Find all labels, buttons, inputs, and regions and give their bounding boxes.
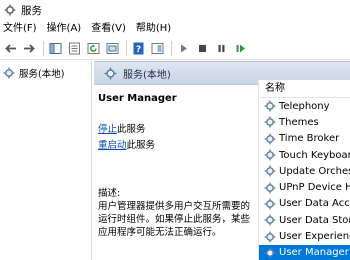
toolbar: ? <box>0 38 350 60</box>
service-gear-icon <box>264 149 276 161</box>
menu-action[interactable]: 操作(A) <box>42 20 87 38</box>
service-row[interactable]: Update Orchestr <box>259 163 350 179</box>
service-name: Time Broker <box>279 133 340 145</box>
services-panel: 服务(本地) User Manager 停止此服务 重启动此服务 描述: 用户管… <box>94 61 350 260</box>
properties-icon <box>69 42 80 55</box>
service-gear-icon <box>264 116 276 128</box>
console-tree-icon <box>49 43 62 54</box>
service-row[interactable]: Themes <box>259 114 350 130</box>
service-gear-icon <box>264 165 276 177</box>
service-name: User Experience <box>279 231 350 243</box>
tree-item-label: 服务(本地) <box>19 69 65 80</box>
service-row[interactable]: UPnP Device Ho <box>259 179 350 195</box>
restart-service-line: 重启动此服务 <box>98 137 256 151</box>
service-gear-icon <box>264 133 276 145</box>
service-name: Touch Keyboard <box>279 149 350 161</box>
export-icon <box>106 43 119 54</box>
panel-title: 服务(本地) <box>123 69 171 81</box>
stop-service-button[interactable] <box>194 40 211 57</box>
menu-file[interactable]: 文件(F) <box>0 20 42 38</box>
toolbar-separator <box>43 41 44 56</box>
service-name: UPnP Device Ho <box>279 182 350 194</box>
restart-icon <box>236 44 245 53</box>
column-header-name[interactable]: 名称 <box>259 80 350 98</box>
stop-service-line: 停止此服务 <box>98 121 256 135</box>
service-name: Themes <box>279 116 319 128</box>
service-description-pane: User Manager 停止此服务 重启动此服务 描述: 用户管理器提供多用户… <box>98 93 256 239</box>
services-gear-icon <box>4 4 16 16</box>
window-title: 服务 <box>21 4 42 17</box>
service-gear-icon <box>264 182 276 194</box>
service-row[interactable]: User Data Acces <box>259 196 350 212</box>
restart-service-suffix: 此服务 <box>126 140 156 151</box>
refresh-button[interactable] <box>85 40 102 57</box>
service-gear-icon <box>264 231 276 243</box>
console-tree: 服务(本地) <box>0 61 92 260</box>
back-arrow-icon <box>5 44 16 53</box>
refresh-icon <box>87 43 100 54</box>
service-row[interactable]: Telephony <box>259 98 350 114</box>
help-icon: ? <box>133 42 144 55</box>
pause-service-button[interactable] <box>213 40 230 57</box>
export-button[interactable] <box>104 40 121 57</box>
service-name: User Data Stora <box>279 214 350 226</box>
description-text: 用户管理器提供多用户交互所需要的运行时组件。如果停止此服务，某些应用程序可能无法… <box>98 201 251 238</box>
menu-view[interactable]: 查看(V) <box>86 20 131 38</box>
console-tree-button[interactable] <box>47 40 64 57</box>
stop-icon <box>199 45 206 52</box>
restart-service-button[interactable] <box>232 40 249 57</box>
services-list: 名称 Telephony Themes Time Broker Touch Keybo… <box>258 80 350 260</box>
menu-bar: 文件(F) 操作(A) 查看(V) 帮助(H) <box>0 20 350 38</box>
properties-button[interactable] <box>66 40 83 57</box>
restart-service-link[interactable]: 重启动 <box>98 140 127 151</box>
service-name: User Manager <box>279 247 349 259</box>
play-icon <box>181 44 187 53</box>
menu-help[interactable]: 帮助(H) <box>131 20 176 38</box>
help-button[interactable]: ? <box>130 40 147 57</box>
gear-icon <box>104 67 117 79</box>
stop-service-link[interactable]: 停止 <box>98 124 117 135</box>
service-gear-icon <box>264 247 276 259</box>
service-row[interactable]: Touch Keyboard <box>259 147 350 163</box>
service-name: Telephony <box>279 100 330 112</box>
service-name: Update Orchestr <box>279 165 350 177</box>
start-service-button[interactable] <box>175 40 192 57</box>
toolbar-separator <box>126 41 127 56</box>
pause-icon <box>218 45 225 52</box>
service-row[interactable]: User Experience <box>259 228 350 244</box>
view-button[interactable] <box>149 40 166 57</box>
service-row[interactable]: Time Broker <box>259 131 350 147</box>
gear-icon <box>3 67 15 79</box>
view-icon <box>151 43 164 54</box>
forward-arrow-icon <box>24 44 35 53</box>
tree-item-services-local[interactable]: 服务(本地) <box>0 64 91 82</box>
service-gear-icon <box>264 198 276 210</box>
forward-button[interactable] <box>21 40 38 57</box>
title-bar: 服务 <box>0 0 350 20</box>
service-gear-icon <box>264 100 276 112</box>
description-label: 描述: <box>98 188 121 199</box>
svg-text:?: ? <box>136 45 141 55</box>
selected-service-name: User Manager <box>98 93 177 104</box>
service-row[interactable]: User Data Stora <box>259 212 350 228</box>
service-name: User Data Acces <box>279 198 350 210</box>
service-row[interactable]: User Manager <box>259 244 350 260</box>
service-gear-icon <box>264 214 276 226</box>
stop-service-suffix: 此服务 <box>117 124 146 135</box>
back-button[interactable] <box>2 40 19 57</box>
toolbar-separator <box>171 41 172 56</box>
